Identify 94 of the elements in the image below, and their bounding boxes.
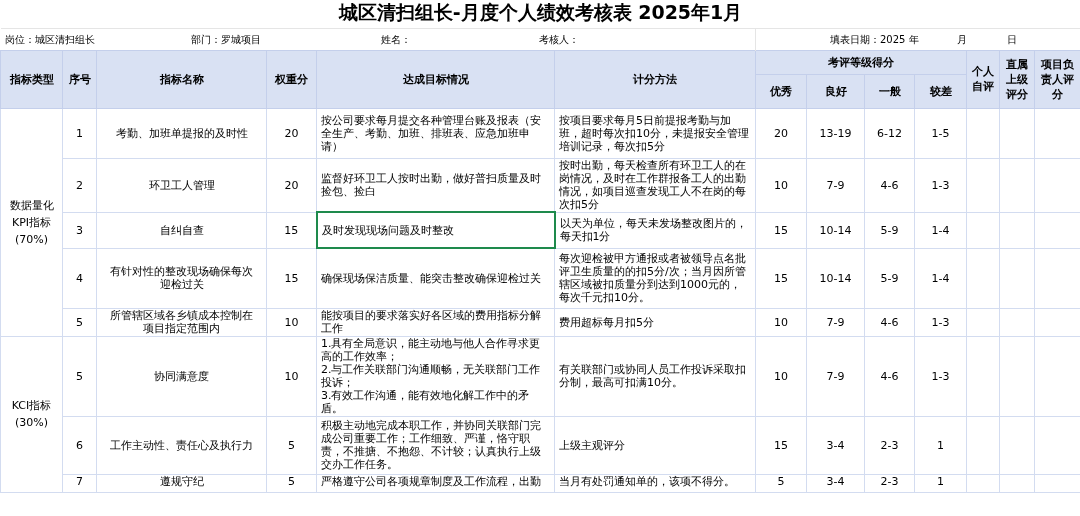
table-cell[interactable]: 严格遵守公司各项规章制度及工作流程，出勤 xyxy=(316,474,555,492)
table-cell: 7-9 xyxy=(806,336,865,416)
table-cell: 5 xyxy=(266,416,317,474)
table-cell: 5-9 xyxy=(864,248,915,308)
header-cell: 权重分 xyxy=(266,50,317,108)
header-cell: 较差 xyxy=(914,74,967,108)
table-cell: 1-4 xyxy=(914,212,967,248)
table-cell: 10 xyxy=(755,336,807,416)
table-cell: 10 xyxy=(266,308,317,336)
header-cell: 优秀 xyxy=(755,74,807,108)
table-cell: 5 xyxy=(266,474,317,492)
table-cell: 5 xyxy=(62,308,97,336)
table-cell: 4 xyxy=(62,248,97,308)
table-cell: 10 xyxy=(266,336,317,416)
header-cell: 个人自评 xyxy=(966,50,1000,108)
header-cell: 考评等级得分 xyxy=(755,50,967,74)
day-label: 日 xyxy=(1006,33,1017,45)
table-cell: 4-6 xyxy=(864,336,915,416)
table-cell: 以天为单位，每天未发场整改图片的，每天扣1分 xyxy=(554,212,756,248)
table-cell: 按时出勤，每天检查所有环卫工人的在岗情况，及时在工作群报备工人的出勤情况，如项目巡查发现工人不在岗的每次扣5分 xyxy=(554,158,756,212)
table-cell[interactable]: 积极主动地完成本职工作，并协同关联部门完成公司重要工作；工作细致、严谨，恪守职责，不推搪、不抱怨、不计较；认真执行上级交办工作任务。 xyxy=(316,416,555,474)
table-cell: 5 xyxy=(755,474,807,492)
table-cell: 上级主观评分 xyxy=(554,416,756,474)
header-cell: 直属上级评分 xyxy=(999,50,1035,108)
table-cell: 3-4 xyxy=(806,416,865,474)
table-cell: 10 xyxy=(755,308,807,336)
table-cell: 2-3 xyxy=(864,474,915,492)
table-cell: 遵规守纪 xyxy=(96,474,267,492)
table-cell[interactable]: 能按项目的要求落实好各区域的费用指标分解工作 xyxy=(316,308,555,336)
header-cell: 计分方法 xyxy=(554,50,756,108)
table-cell: 3-4 xyxy=(806,474,865,492)
table-cell: 1-3 xyxy=(914,336,967,416)
table-cell: 所管辖区域各乡镇成本控制在项目指定范围内 xyxy=(96,308,267,336)
table-cell: 1 xyxy=(914,474,967,492)
table-cell: 环卫工人管理 xyxy=(96,158,267,212)
table-cell: 20 xyxy=(266,158,317,212)
table-cell: 1 xyxy=(914,416,967,474)
header-cell: 一般 xyxy=(864,74,915,108)
table-cell: 10 xyxy=(755,158,807,212)
table-cell: 7-9 xyxy=(806,158,865,212)
table-cell: 13-19 xyxy=(806,108,865,158)
table-cell: 每次迎检被甲方通报或者被领导点名批评卫生质量的的扣5分/次；当月因所管辖区域被扣质量分到达到1000元的，每次千元扣10分。 xyxy=(554,248,756,308)
position-label: 岗位：城区清扫组长 xyxy=(4,33,95,45)
table-cell: 有关联部门或协同人员工作投诉采取扣分制，最高可扣满10分。 xyxy=(554,336,756,416)
table-cell: 1 xyxy=(62,108,97,158)
table-cell: KCI指标(30%) xyxy=(0,336,63,492)
table-cell: 2-3 xyxy=(864,416,915,474)
table-cell: 20 xyxy=(755,108,807,158)
table-cell: 当月有处罚通知单的，该项不得分。 xyxy=(554,474,756,492)
table-cell: 15 xyxy=(266,248,317,308)
table-cell: 费用超标每月扣5分 xyxy=(554,308,756,336)
table-cell: 考勤、加班单提报的及时性 xyxy=(96,108,267,158)
table-cell: 协同满意度 xyxy=(96,336,267,416)
header-cell: 指标名称 xyxy=(96,50,267,108)
table-cell: 15 xyxy=(755,212,807,248)
table-cell[interactable]: 及时发现现场问题及时整改 xyxy=(316,212,555,248)
table-cell[interactable]: 确保现场保洁质量、能突击整改确保迎检过关 xyxy=(316,248,555,308)
header-cell: 序号 xyxy=(62,50,97,108)
table-cell: 6 xyxy=(62,416,97,474)
table-cell: 6-12 xyxy=(864,108,915,158)
table-cell: 按项目要求每月5日前提报考勤与加班，超时每次扣10分，未提报安全管理培训记录，每次扣5分 xyxy=(554,108,756,158)
table-cell: 7-9 xyxy=(806,308,865,336)
table-cell: 10-14 xyxy=(806,248,865,308)
department-label: 部门：罗城项目 xyxy=(190,33,261,45)
table-cell[interactable]: 按公司要求每月提交各种管理台账及报表（安全生产、考勤、加班、排班表、应急加班申请） xyxy=(316,108,555,158)
month-label: 月 xyxy=(956,33,967,45)
table-cell: 有针对性的整改现场确保每次迎检过关 xyxy=(96,248,267,308)
table-cell: 20 xyxy=(266,108,317,158)
table-cell: 数据量化KPI指标(70%) xyxy=(0,108,63,336)
table-cell: 1-3 xyxy=(914,158,967,212)
table-cell: 15 xyxy=(755,248,807,308)
table-cell: 10-14 xyxy=(806,212,865,248)
header-cell: 指标类型 xyxy=(0,50,63,108)
date-label: 填表日期：2025 年 xyxy=(830,33,919,45)
table-cell: 5 xyxy=(62,336,97,416)
header-cell: 良好 xyxy=(806,74,865,108)
table-cell: 1-5 xyxy=(914,108,967,158)
table-cell: 3 xyxy=(62,212,97,248)
table-cell: 4-6 xyxy=(864,308,915,336)
header-cell: 达成目标情况 xyxy=(316,50,555,108)
table-cell[interactable]: 1.具有全局意识，能主动地与他人合作寻求更高的工作效率； 2.与工作关联部门沟通顺畅，无关联部门工作投诉； 3.有效工作沟通，能有效地化解工作中的矛盾。 xyxy=(316,336,555,416)
table-cell: 自纠自查 xyxy=(96,212,267,248)
table-cell: 4-6 xyxy=(864,158,915,212)
table-cell: 5-9 xyxy=(864,212,915,248)
table-cell: 1-3 xyxy=(914,308,967,336)
sheet-title: 城区清扫组长-月度个人绩效考核表 2025年1月 xyxy=(338,0,743,23)
table-cell: 15 xyxy=(755,416,807,474)
table-cell: 1-4 xyxy=(914,248,967,308)
table-cell: 7 xyxy=(62,474,97,492)
name-label: 姓名： xyxy=(380,33,411,45)
table-cell: 工作主动性、责任心及执行力 xyxy=(96,416,267,474)
assessor-label: 考核人： xyxy=(538,33,579,45)
table-cell: 2 xyxy=(62,158,97,212)
header-cell: 项目负责人评分 xyxy=(1034,50,1080,108)
